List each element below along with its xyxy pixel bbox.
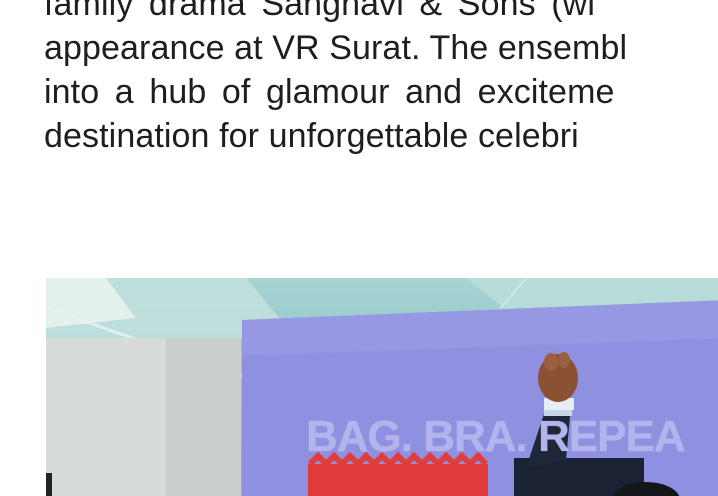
article-line-2: appearance at VR Surat. The ensembl [44,29,628,67]
article-line-3: into a hub of glamour and exciteme [44,73,615,111]
banner-slogan: BAG. BRA. REPEA [306,412,686,461]
article-line-4: destination for unforgettable celebri [44,117,579,155]
event-photo-drawing [46,278,718,496]
event-photo [46,278,718,496]
article-paragraph: family drama Sanghavi & Sons (wi appeara… [44,0,718,158]
article-line-1: family drama Sanghavi & Sons (wi [44,0,595,23]
article-page: family drama Sanghavi & Sons (wi appeara… [0,0,718,496]
